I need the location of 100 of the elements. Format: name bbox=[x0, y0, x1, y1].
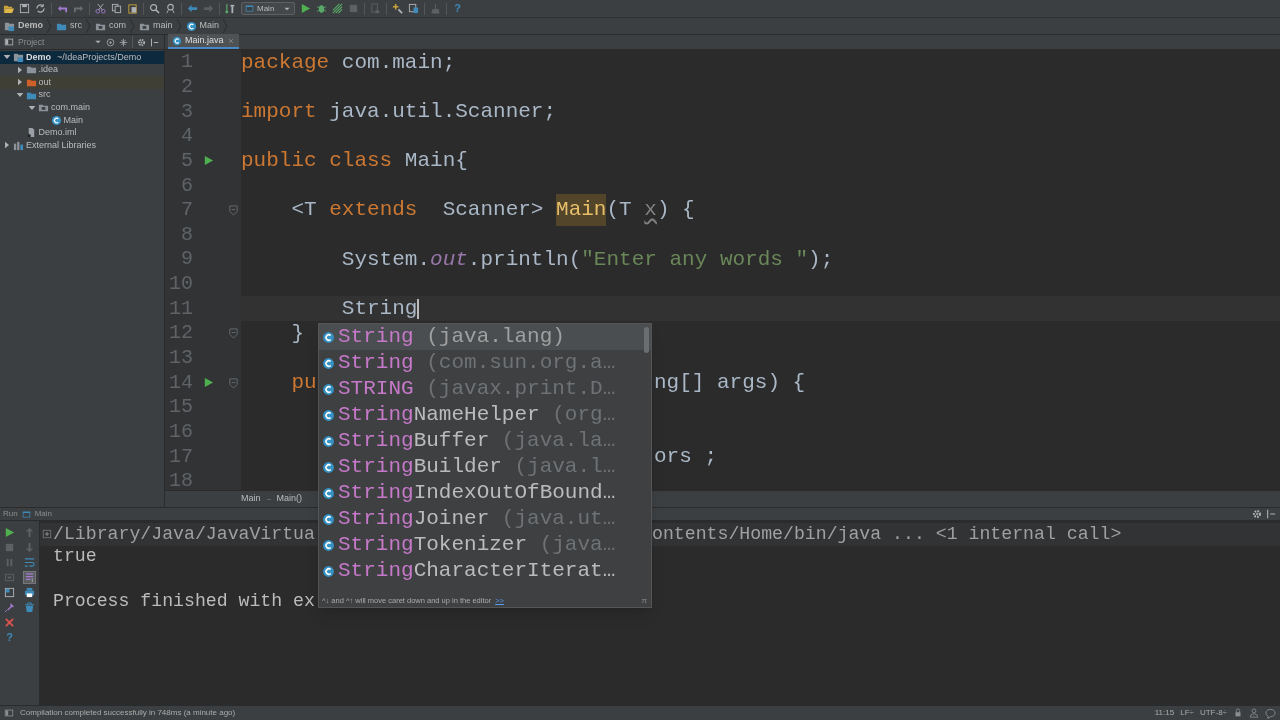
search-icon[interactable] bbox=[149, 3, 160, 14]
expand-arrow-icon[interactable] bbox=[3, 141, 11, 150]
wrap-icon[interactable] bbox=[23, 557, 35, 568]
chat-bubble-icon[interactable] bbox=[1265, 707, 1276, 719]
code-text: ) { bbox=[656, 197, 695, 224]
run-icon[interactable] bbox=[4, 527, 15, 538]
completion-item[interactable]: String (java.lang) bbox=[319, 324, 651, 350]
panel-toggle-icon[interactable] bbox=[4, 708, 14, 718]
panel-title: Project bbox=[18, 35, 46, 49]
class-icon bbox=[322, 330, 335, 344]
tree-item[interactable]: src bbox=[0, 88, 164, 102]
breadcrumb[interactable]: Main bbox=[241, 492, 261, 506]
code-text: ); bbox=[808, 246, 834, 273]
help-button[interactable]: ? bbox=[452, 3, 464, 14]
undo-icon[interactable] bbox=[57, 3, 68, 14]
close-icon[interactable] bbox=[226, 36, 235, 45]
expand-arrow-icon[interactable] bbox=[28, 103, 36, 112]
breadcrumb[interactable]: Main() bbox=[276, 492, 303, 506]
sync-icon[interactable] bbox=[35, 3, 46, 14]
breadcrumb[interactable]: Main bbox=[185, 19, 220, 33]
run-icon[interactable] bbox=[203, 376, 214, 388]
breadcrumb[interactable]: Demo bbox=[4, 19, 43, 33]
file-encoding[interactable]: UTF-8÷ bbox=[1199, 707, 1227, 719]
breadcrumb[interactable]: main bbox=[139, 19, 173, 33]
expand-icon[interactable] bbox=[42, 529, 52, 540]
settings-icon[interactable] bbox=[1252, 509, 1262, 519]
fold-icon[interactable] bbox=[228, 377, 239, 389]
project-icon bbox=[4, 20, 15, 32]
person-icon[interactable] bbox=[1249, 708, 1259, 718]
class-icon bbox=[322, 434, 335, 448]
locate-icon[interactable] bbox=[106, 37, 115, 47]
status-message: Compilation completed successfully in 748ms (a minute ago) bbox=[20, 707, 236, 719]
field-name: out bbox=[430, 246, 468, 273]
settings-icon[interactable] bbox=[137, 37, 146, 47]
editor-tab[interactable]: Main.java bbox=[168, 34, 239, 49]
tree-item[interactable]: Demo ~/IdeaProjects/Demo bbox=[0, 51, 164, 64]
class-icon bbox=[322, 356, 335, 370]
code-text: Main{ bbox=[403, 148, 468, 175]
keyword: pu bbox=[290, 369, 317, 396]
help-button[interactable]: ? bbox=[6, 632, 13, 643]
breadcrumb[interactable]: com bbox=[95, 19, 127, 33]
expand-arrow-icon[interactable] bbox=[15, 78, 24, 87]
layout-icon[interactable] bbox=[4, 587, 15, 598]
scrollbar-thumb[interactable] bbox=[644, 327, 649, 353]
find-icon[interactable] bbox=[165, 3, 176, 14]
pin-icon[interactable] bbox=[4, 602, 15, 613]
structure-icon[interactable] bbox=[408, 3, 420, 14]
coverage-icon[interactable] bbox=[332, 3, 344, 14]
text-caret bbox=[417, 298, 420, 319]
fold-icon[interactable] bbox=[228, 205, 239, 217]
code-text: ors ; bbox=[654, 443, 717, 470]
tree-item[interactable]: Main bbox=[0, 113, 164, 127]
keyword: import bbox=[241, 98, 317, 125]
hide-icon[interactable] bbox=[1266, 509, 1276, 519]
close-icon[interactable] bbox=[4, 617, 15, 628]
code-text: com.main; bbox=[340, 50, 456, 76]
hide-icon[interactable] bbox=[150, 37, 159, 47]
console-output: true bbox=[53, 545, 97, 569]
run-icon[interactable] bbox=[203, 154, 214, 166]
class-icon bbox=[322, 538, 335, 552]
copy-icon[interactable] bbox=[111, 3, 122, 14]
run-icon[interactable] bbox=[300, 3, 312, 14]
keyword: public class bbox=[241, 148, 393, 175]
save-icon[interactable] bbox=[19, 3, 30, 14]
code-text: String bbox=[340, 296, 418, 322]
tree-item[interactable]: External Libraries bbox=[0, 139, 164, 152]
fold-icon[interactable] bbox=[228, 328, 239, 340]
open-folder-icon[interactable] bbox=[3, 3, 14, 14]
expand-arrow-icon[interactable] bbox=[15, 65, 24, 74]
paste-icon[interactable] bbox=[127, 3, 138, 14]
completion-item[interactable]: StringIndexOutOfBound… bbox=[319, 480, 651, 506]
completion-item[interactable]: StringCharacterIterat… bbox=[319, 558, 651, 584]
code-text: java.util.Scanner; bbox=[328, 98, 557, 125]
code-text: ng[] args) { bbox=[654, 369, 806, 396]
tree-item[interactable]: .idea bbox=[0, 63, 164, 77]
caret-icon[interactable] bbox=[94, 38, 102, 46]
keyword: package bbox=[241, 50, 330, 76]
redo-icon[interactable] bbox=[73, 3, 84, 14]
caret-position[interactable]: 11:15 bbox=[1154, 707, 1175, 719]
bug-icon[interactable] bbox=[316, 3, 328, 14]
run-config-dropdown[interactable]: Main bbox=[241, 2, 296, 15]
tree-item[interactable]: Demo.iml bbox=[0, 126, 164, 140]
class-icon bbox=[322, 564, 335, 578]
tree-item[interactable]: com.main bbox=[0, 101, 164, 114]
print-icon[interactable] bbox=[23, 587, 35, 598]
breadcrumb[interactable]: src bbox=[56, 19, 82, 33]
unused-parameter: x bbox=[644, 197, 657, 224]
back-arrow-icon[interactable] bbox=[187, 3, 198, 14]
highlighted-identifier: Main bbox=[556, 194, 607, 226]
collapse-icon[interactable] bbox=[119, 37, 128, 47]
library-icon bbox=[13, 139, 24, 151]
lock-icon[interactable] bbox=[1233, 708, 1243, 718]
folder-icon bbox=[25, 77, 37, 88]
scissors-icon[interactable] bbox=[95, 3, 106, 14]
wrench-icon[interactable] bbox=[392, 3, 404, 14]
string-literal: "Enter any words " bbox=[581, 246, 809, 273]
tree-item[interactable]: out bbox=[0, 76, 164, 89]
line-separator[interactable]: LF÷ bbox=[1180, 707, 1194, 719]
run-tab[interactable]: Main bbox=[34, 508, 53, 520]
build-icon[interactable] bbox=[225, 3, 236, 14]
